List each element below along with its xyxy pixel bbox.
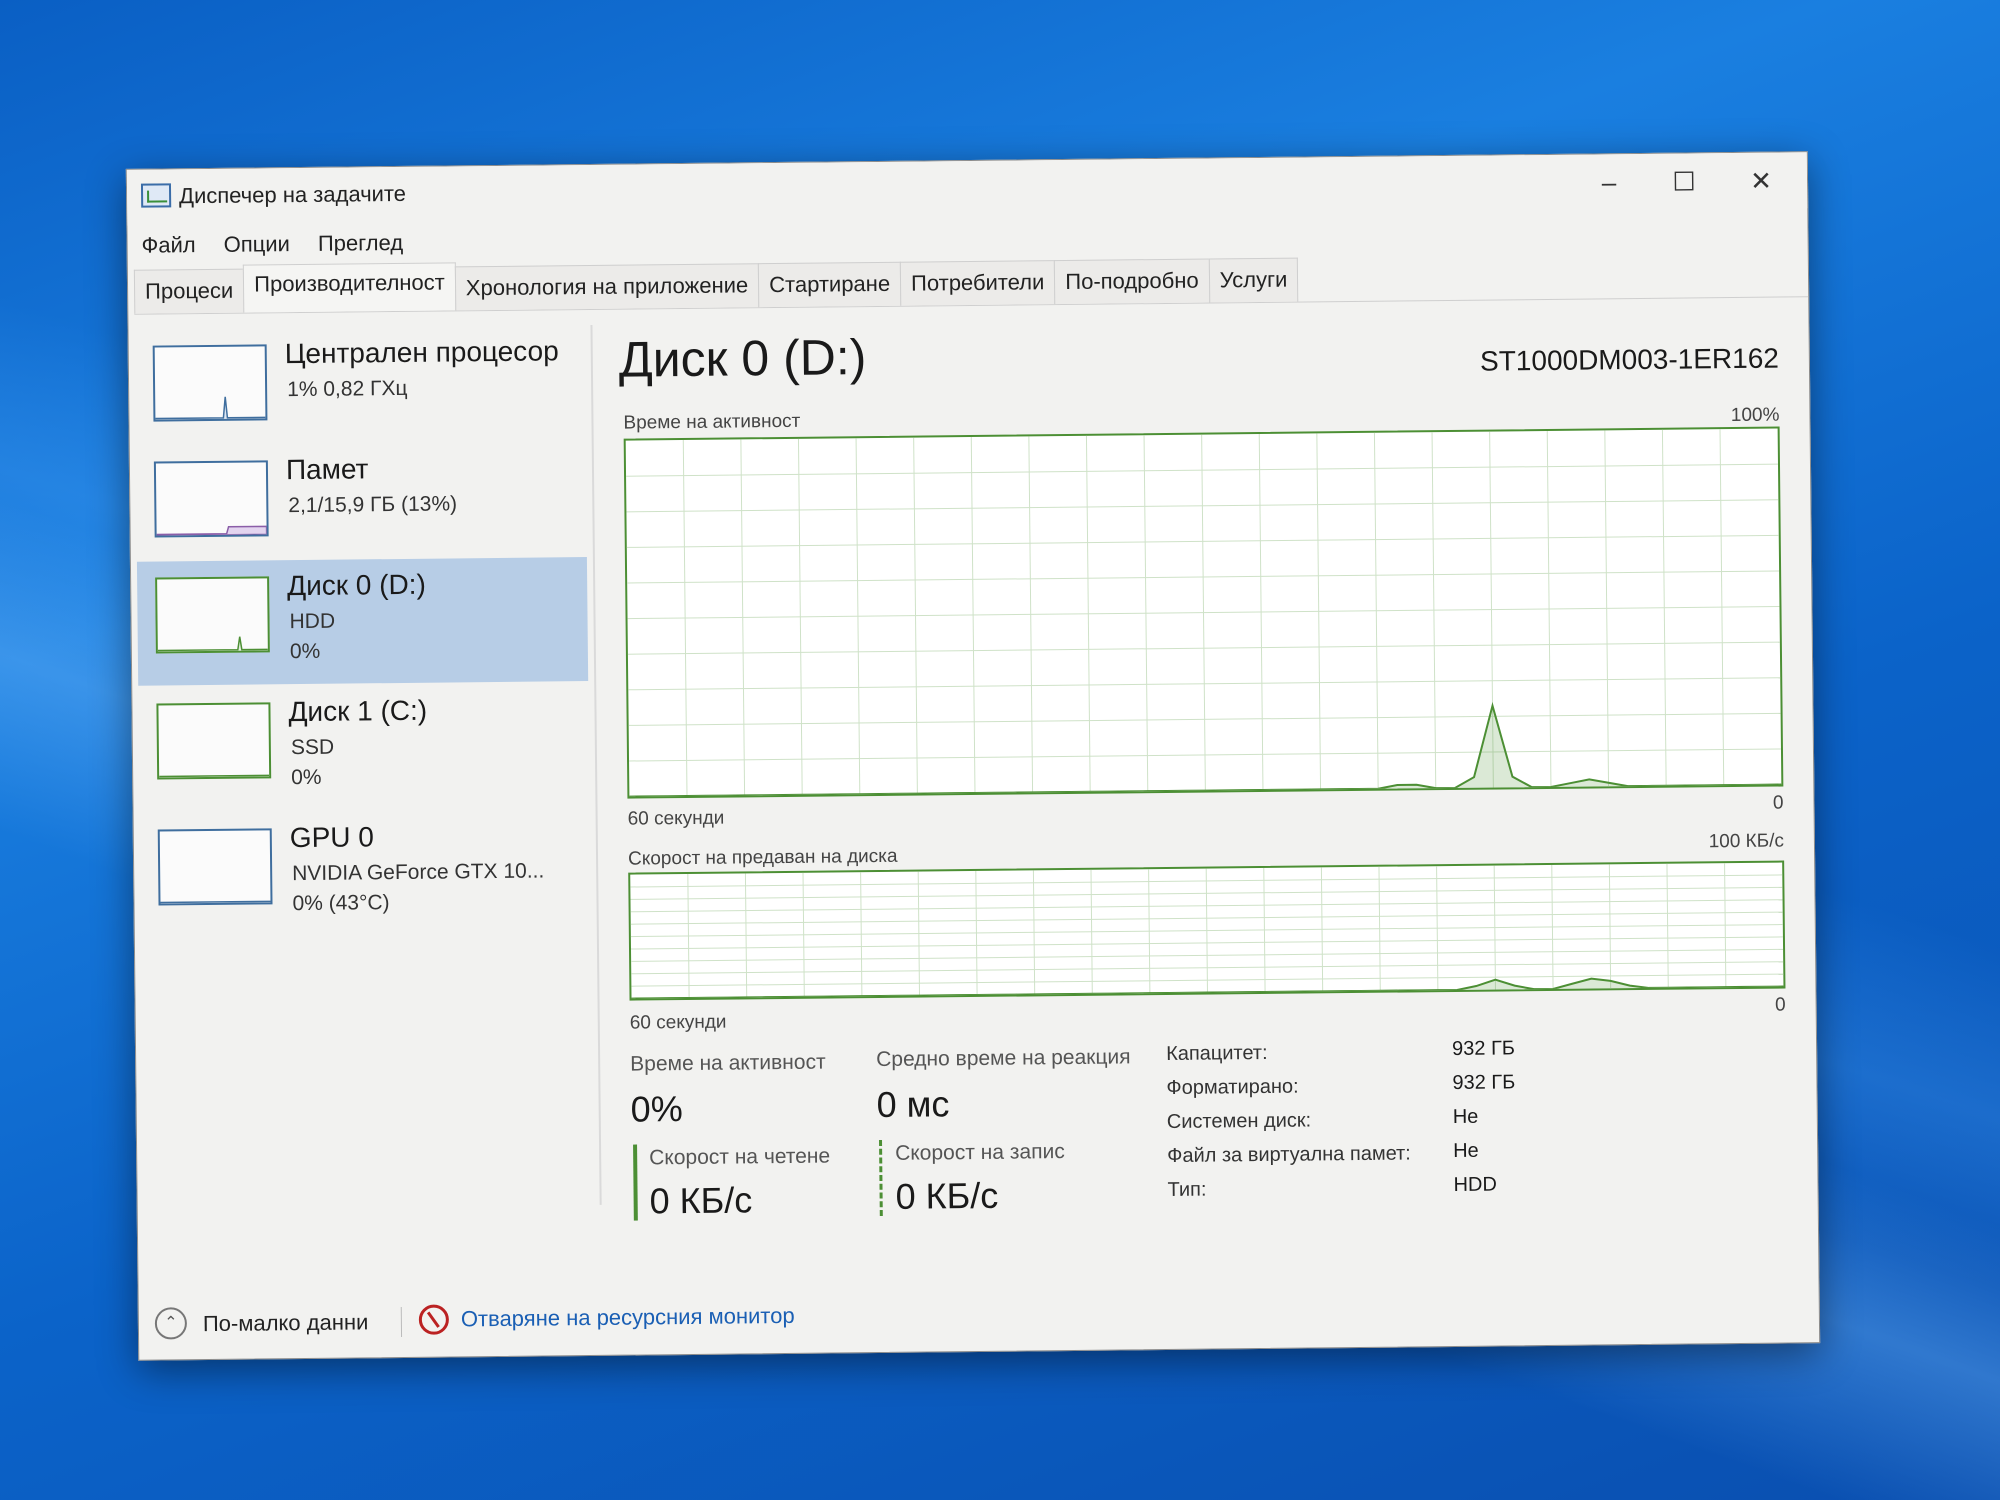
menu-view[interactable]: Преглед <box>318 223 404 264</box>
sidebar-item-usage: 0% <box>289 639 321 664</box>
tab-details[interactable]: По-подробно <box>1054 258 1210 305</box>
sidebar-item-usage: 0% (43°C) <box>292 891 390 916</box>
page-file-value: Не <box>1453 1139 1479 1162</box>
sidebar-item-model: NVIDIA GeForce GTX 10... <box>292 859 545 886</box>
type-value: HDD <box>1453 1173 1497 1196</box>
chevron-up-icon[interactable]: ⌃ <box>154 1307 188 1340</box>
page-title: Диск 0 (D:) <box>618 329 867 388</box>
maximize-button[interactable]: ☐ <box>1656 161 1712 202</box>
footer-divider <box>400 1307 403 1338</box>
sidebar-item-label: Централен процесор <box>284 335 559 370</box>
window-title: Диспечер на задачите <box>178 180 407 209</box>
chart-2-max: 100 КБ/с <box>1708 830 1785 853</box>
tab-services[interactable]: Услуги <box>1208 257 1299 303</box>
minimize-button[interactable]: – <box>1581 162 1637 203</box>
memory-thumbnail <box>153 460 269 538</box>
chart-1-label: Време на активност <box>623 410 801 434</box>
capacity-value: 932 ГБ <box>1451 1037 1516 1060</box>
sidebar-item-detail: 1% 0,82 ГХц <box>287 376 408 402</box>
chart-1-min: 0 <box>1772 792 1784 814</box>
read-speed-label: Скорост на четене <box>649 1144 831 1170</box>
active-time-chart-svg <box>626 429 1782 797</box>
task-manager-window: Диспечер на задачите – ☐ ✕ Файл Опции Пр… <box>125 151 1821 1361</box>
gpu-thumbnail <box>157 828 273 906</box>
disk-details-panel: Диск 0 (D:) ST1000DM003-1ER162 Време на … <box>618 313 1787 1225</box>
write-speed-value: 0 КБ/с <box>895 1174 999 1217</box>
page-file-label: Файл за виртуална памет: <box>1167 1142 1411 1167</box>
active-time-label: Време на активност <box>630 1050 826 1076</box>
task-manager-icon <box>140 183 172 208</box>
sidebar-item-memory[interactable]: Памет 2,1/15,9 ГБ (13%) <box>136 441 587 570</box>
capacity-label: Капацитет: <box>1166 1041 1268 1065</box>
tab-performance[interactable]: Производителност <box>242 262 457 313</box>
sidebar-item-label: GPU 0 <box>289 821 375 854</box>
type-label: Тип: <box>1167 1178 1207 1201</box>
chart-2-time: 60 секунди <box>629 1011 727 1034</box>
chart-1-max: 100% <box>1730 404 1780 427</box>
fewer-details-button[interactable]: По-малко данни <box>203 1309 369 1337</box>
transfer-rate-chart <box>628 860 1786 1001</box>
formatted-label: Форматирано: <box>1166 1075 1299 1099</box>
sidebar-item-detail: 2,1/15,9 ГБ (13%) <box>288 492 458 518</box>
system-disk-label: Системен диск: <box>1166 1109 1312 1133</box>
formatted-value: 932 ГБ <box>1452 1071 1516 1094</box>
active-time-chart <box>623 426 1784 799</box>
disk-0-thumbnail <box>155 576 270 654</box>
close-button[interactable]: ✕ <box>1733 160 1789 201</box>
chart-2-label: Скорост на предаван на диска <box>627 845 898 870</box>
active-time-value: 0% <box>630 1088 683 1130</box>
sidebar-item-type: HDD <box>289 609 336 634</box>
write-speed-label: Скорост на запис <box>895 1140 1065 1165</box>
transfer-rate-chart-svg <box>630 863 1784 999</box>
menu-file[interactable]: Файл <box>141 225 196 266</box>
chart-1-time: 60 секунди <box>627 807 725 830</box>
sidebar-item-disk-1[interactable]: Диск 1 (C:) SSD 0% <box>138 683 589 812</box>
resource-monitor-icon[interactable] <box>418 1304 450 1335</box>
sidebar-item-label: Диск 0 (D:) <box>287 568 426 602</box>
read-speed-bar <box>633 1144 638 1221</box>
sidebar-item-label: Памет <box>285 453 369 486</box>
sidebar-item-type: SSD <box>290 735 335 760</box>
open-resource-monitor-link[interactable]: Отваряне на ресурсния монитор <box>461 1303 795 1332</box>
tab-app-history[interactable]: Хронология на приложение <box>454 263 760 311</box>
system-disk-value: Не <box>1452 1105 1479 1128</box>
write-speed-bar <box>879 1139 883 1217</box>
chart-2-min: 0 <box>1774 994 1786 1016</box>
response-time-label: Средно време на реакция <box>876 1045 1131 1072</box>
tab-users[interactable]: Потребители <box>899 260 1056 306</box>
sidebar-item-label: Диск 1 (C:) <box>288 694 428 728</box>
response-time-value: 0 мс <box>876 1083 950 1126</box>
disk-1-thumbnail <box>156 702 272 780</box>
disk-model: ST1000DM003-1ER162 <box>1479 342 1780 377</box>
tab-processes[interactable]: Процеси <box>133 268 245 314</box>
menu-options[interactable]: Опции <box>223 224 290 265</box>
cpu-thumbnail <box>152 344 268 422</box>
sidebar-item-gpu-0[interactable]: GPU 0 NVIDIA GeForce GTX 10... 0% (43°C) <box>140 809 591 938</box>
sidebar-item-cpu[interactable]: Централен процесор 1% 0,82 ГХц <box>134 325 585 454</box>
resource-sidebar: Централен процесор 1% 0,82 ГХц Памет 2,1… <box>134 325 593 1210</box>
sidebar-item-usage: 0% <box>291 765 322 790</box>
tab-startup[interactable]: Стартиране <box>757 261 902 308</box>
read-speed-value: 0 КБ/с <box>649 1179 753 1222</box>
sidebar-item-disk-0[interactable]: Диск 0 (D:) HDD 0% <box>136 557 589 686</box>
